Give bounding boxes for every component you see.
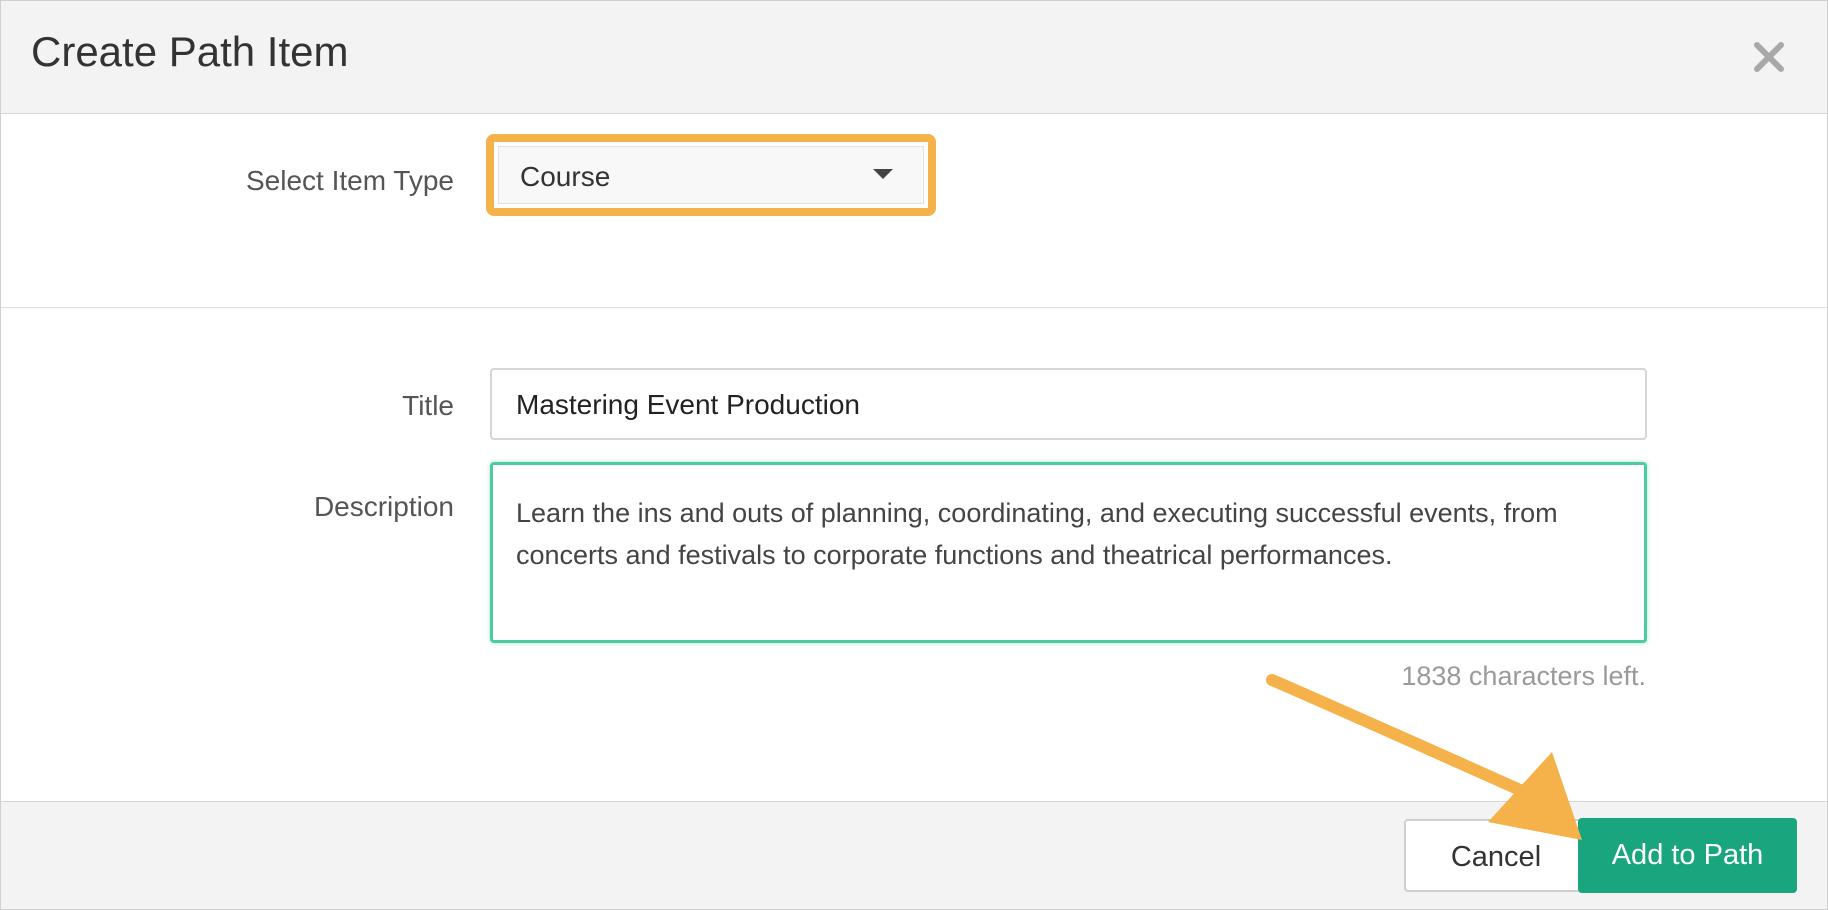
close-icon[interactable]: [1749, 37, 1789, 77]
description-text: Learn the ins and outs of planning, coor…: [516, 498, 1558, 570]
dialog-footer: Cancel Add to Path: [1, 801, 1827, 909]
dialog-header: Create Path Item: [1, 1, 1827, 114]
cancel-button-label: Cancel: [1450, 841, 1542, 873]
add-to-path-button-label: Add to Path: [1611, 839, 1764, 871]
add-to-path-button[interactable]: Add to Path: [1578, 818, 1797, 893]
dialog-title: Create Path Item: [31, 28, 349, 75]
title-input[interactable]: Mastering Event Production: [490, 368, 1647, 440]
title-input-value: Mastering Event Production: [516, 389, 860, 420]
cancel-button[interactable]: Cancel: [1404, 819, 1588, 892]
title-label: Title: [402, 390, 454, 421]
item-type-section: Select Item Type Course: [1, 114, 1827, 308]
item-type-label: Select Item Type: [245, 165, 454, 196]
caret-down-icon: [873, 169, 893, 179]
description-textarea[interactable]: Learn the ins and outs of planning, coor…: [490, 462, 1647, 643]
item-type-select[interactable]: Course: [498, 146, 924, 204]
character-count: 1838 characters left.: [1401, 661, 1646, 691]
item-type-selected-value: Course: [520, 161, 611, 192]
description-label: Description: [313, 491, 454, 522]
create-path-item-dialog: Create Path Item Select Item Type Course…: [0, 0, 1828, 910]
